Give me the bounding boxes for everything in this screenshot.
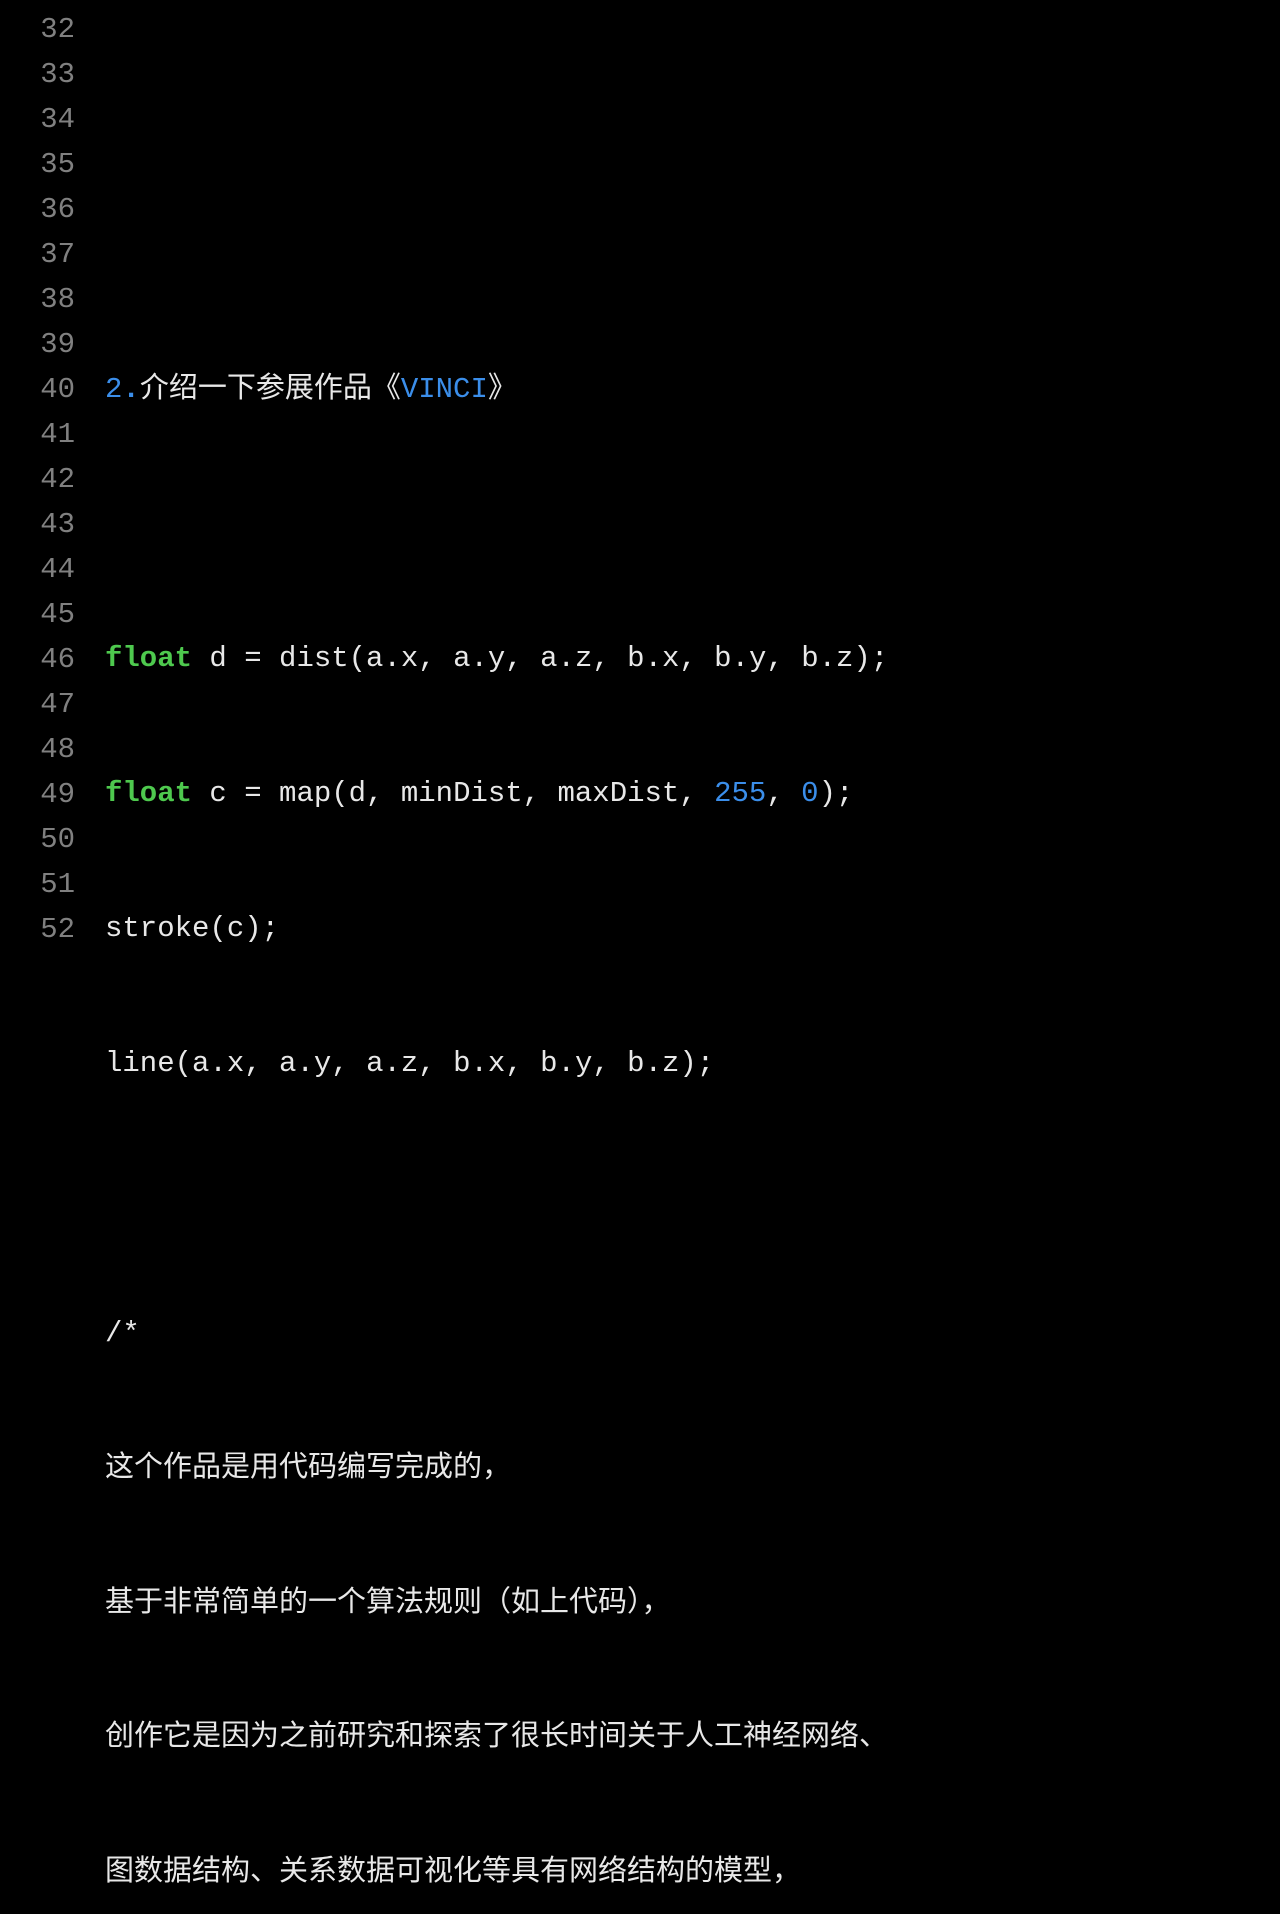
line-number: 51 bbox=[0, 863, 75, 908]
token-text: , bbox=[766, 777, 801, 810]
code-line[interactable]: /* bbox=[105, 1312, 1280, 1357]
token-text: x, a bbox=[227, 1047, 297, 1080]
token-dot: . bbox=[732, 642, 749, 675]
token-punct: . bbox=[122, 373, 139, 406]
token-identifier: VINCI bbox=[401, 373, 488, 406]
line-number: 42 bbox=[0, 458, 75, 503]
line-number-gutter: 32 33 34 35 36 37 38 39 40 41 42 43 44 4… bbox=[0, 8, 105, 1914]
code-line[interactable] bbox=[105, 503, 1280, 548]
token-text: y, a bbox=[488, 642, 558, 675]
token-text: y, a bbox=[314, 1047, 384, 1080]
token-keyword: float bbox=[105, 777, 192, 810]
token-text: y, b bbox=[749, 642, 819, 675]
token-dot: . bbox=[296, 1047, 313, 1080]
line-number: 50 bbox=[0, 818, 75, 863]
line-number: 37 bbox=[0, 233, 75, 278]
code-content[interactable]: 2.介绍一下参展作品《VINCI》 float d = dist(a.x, a.… bbox=[105, 8, 1280, 1914]
token-comment: /* bbox=[105, 1317, 140, 1350]
token-dot: . bbox=[645, 1047, 662, 1080]
token-operator: = bbox=[244, 642, 261, 675]
token-dot: . bbox=[471, 1047, 488, 1080]
token-text: z, b bbox=[401, 1047, 471, 1080]
code-line[interactable] bbox=[105, 98, 1280, 143]
line-number: 35 bbox=[0, 143, 75, 188]
token-operator: = bbox=[244, 777, 261, 810]
line-number: 39 bbox=[0, 323, 75, 368]
token-text: 》 bbox=[488, 373, 517, 406]
line-number: 40 bbox=[0, 368, 75, 413]
line-number: 34 bbox=[0, 98, 75, 143]
line-number: 52 bbox=[0, 908, 75, 953]
code-line[interactable] bbox=[105, 233, 1280, 278]
token-dot: . bbox=[558, 1047, 575, 1080]
line-number: 38 bbox=[0, 278, 75, 323]
token-comment: 基于非常简单的一个算法规则（如上代码）， bbox=[105, 1587, 671, 1620]
token-dot: . bbox=[558, 642, 575, 675]
line-number: 46 bbox=[0, 638, 75, 683]
token-dot: . bbox=[383, 1047, 400, 1080]
code-editor[interactable]: 32 33 34 35 36 37 38 39 40 41 42 43 44 4… bbox=[0, 0, 1280, 1914]
token-text: d bbox=[192, 642, 244, 675]
line-number: 49 bbox=[0, 773, 75, 818]
token-text: y, b bbox=[575, 1047, 645, 1080]
token-number: 2 bbox=[105, 373, 122, 406]
token-text: z); bbox=[836, 642, 888, 675]
line-number: 36 bbox=[0, 188, 75, 233]
line-number: 47 bbox=[0, 683, 75, 728]
token-text: x, b bbox=[662, 642, 732, 675]
token-keyword: float bbox=[105, 642, 192, 675]
line-number: 32 bbox=[0, 8, 75, 53]
line-number: 45 bbox=[0, 593, 75, 638]
token-dot: . bbox=[383, 642, 400, 675]
token-text: 介绍一下参展作品《 bbox=[140, 373, 401, 406]
token-text: stroke(c); bbox=[105, 912, 279, 945]
token-text: z); bbox=[662, 1047, 714, 1080]
token-comment: 创作它是因为之前研究和探索了很长时间关于人工神经网络、 bbox=[105, 1721, 888, 1754]
line-number: 33 bbox=[0, 53, 75, 98]
code-line[interactable]: 图数据结构、关系数据可视化等具有网络结构的模型， bbox=[105, 1851, 1280, 1896]
token-comment: 图数据结构、关系数据可视化等具有网络结构的模型， bbox=[105, 1856, 801, 1889]
token-dot: . bbox=[645, 642, 662, 675]
line-number: 41 bbox=[0, 413, 75, 458]
token-text: ); bbox=[819, 777, 854, 810]
code-line[interactable]: 创作它是因为之前研究和探索了很长时间关于人工神经网络、 bbox=[105, 1716, 1280, 1761]
code-line[interactable]: 2.介绍一下参展作品《VINCI》 bbox=[105, 368, 1280, 413]
token-text: x, b bbox=[488, 1047, 558, 1080]
code-line[interactable]: 这个作品是用代码编写完成的， bbox=[105, 1447, 1280, 1492]
token-dot: . bbox=[471, 642, 488, 675]
line-number: 43 bbox=[0, 503, 75, 548]
token-text: z, b bbox=[575, 642, 645, 675]
token-number: 255 bbox=[714, 777, 766, 810]
line-number: 44 bbox=[0, 548, 75, 593]
token-number: 0 bbox=[801, 777, 818, 810]
token-text: x, a bbox=[401, 642, 471, 675]
code-line[interactable]: float c = map(d, minDist, maxDist, 255, … bbox=[105, 772, 1280, 817]
code-line[interactable]: 基于非常简单的一个算法规则（如上代码）， bbox=[105, 1582, 1280, 1627]
code-line[interactable]: line(a.x, a.y, a.z, b.x, b.y, b.z); bbox=[105, 1042, 1280, 1087]
token-text: line(a bbox=[105, 1047, 209, 1080]
token-text: c bbox=[192, 777, 244, 810]
code-line[interactable] bbox=[105, 1177, 1280, 1222]
token-dot: . bbox=[819, 642, 836, 675]
line-number: 48 bbox=[0, 728, 75, 773]
token-comment: 这个作品是用代码编写完成的， bbox=[105, 1452, 511, 1485]
token-text: map(d, minDist, maxDist, bbox=[262, 777, 714, 810]
code-line[interactable]: float d = dist(a.x, a.y, a.z, b.x, b.y, … bbox=[105, 637, 1280, 682]
token-text: dist(a bbox=[262, 642, 384, 675]
token-dot: . bbox=[209, 1047, 226, 1080]
code-line[interactable]: stroke(c); bbox=[105, 907, 1280, 952]
